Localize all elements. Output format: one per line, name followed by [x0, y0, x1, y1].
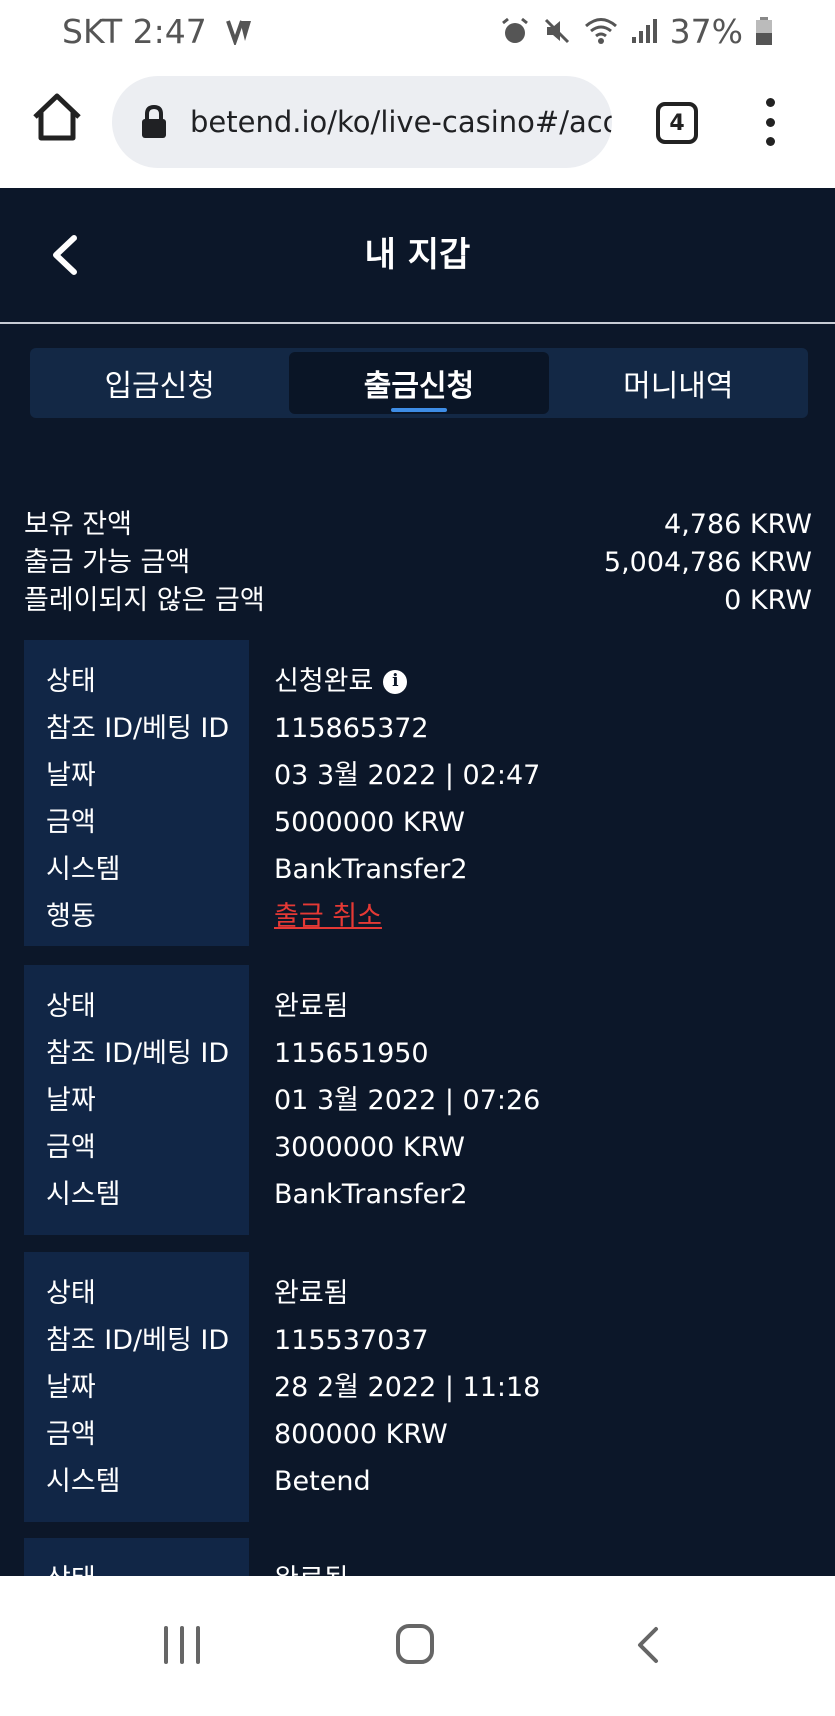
info-icon[interactable]: i — [383, 669, 408, 694]
mute-icon — [542, 16, 572, 46]
battery-icon — [755, 16, 773, 46]
more-menu-icon[interactable] — [760, 98, 780, 146]
withdrawal-record: 상태 완료됨 참조 ID/베팅 ID 115651950 날짜 01 3월 2022 … — [24, 965, 812, 1235]
record-row: 금액 800000 KRW — [46, 1419, 448, 1450]
record-row: 행동 출금 취소 — [24, 893, 812, 940]
home-nav-icon[interactable] — [396, 1624, 434, 1664]
record-row: 참조 ID/베팅 ID 115865372 — [46, 713, 429, 744]
withdrawal-record: 상태 완료됨 참조 ID/베팅 ID 115537037 날짜 28 2월 2022 … — [24, 1252, 812, 1522]
status-bar: SKT 2:47 37% — [0, 0, 835, 62]
record-row: 날짜 01 3월 2022 | 07:26 — [46, 1085, 541, 1116]
record-row: 날짜 03 3월 2022 | 02:47 — [46, 760, 541, 791]
carrier-time: SKT 2:47 — [62, 11, 207, 51]
withdrawal-record: 상태 신청완료 i 참조 ID/베팅 ID 115865372 날짜 03 3월 202… — [24, 640, 812, 946]
record-row: 금액 3000000 KRW — [46, 1132, 465, 1163]
tab-withdrawal[interactable]: 출금신청 — [289, 352, 549, 414]
summary-row: 보유 잔액 4,786 KRW — [24, 509, 812, 540]
record-row: 상태완료됨 — [24, 1556, 812, 1576]
record-row: 시스템 Betend — [46, 1466, 371, 1497]
wallet-tabs: 입금신청 출금신청 머니내역 — [30, 348, 808, 418]
tab-deposit[interactable]: 입금신청 — [30, 348, 289, 418]
record-row: 참조 ID/베팅 ID 115651950 — [46, 1038, 429, 1069]
lock-icon — [140, 104, 168, 140]
withdrawal-record: 상태완료됨 — [24, 1538, 812, 1576]
record-row: 상태 신청완료 i — [24, 658, 812, 705]
vpn-icon — [225, 17, 253, 45]
record-row: 날짜 28 2월 2022 | 11:18 — [46, 1372, 541, 1403]
summary-row: 플레이되지 않은 금액 0 KRW — [24, 585, 812, 616]
url-bar[interactable]: betend.io/ko/live-casino#/acco — [112, 76, 612, 168]
signal-icon — [630, 17, 658, 45]
wifi-icon — [584, 16, 618, 46]
tab-switcher-button[interactable]: 4 — [656, 102, 698, 144]
wallet-page: 내 지갑 입금신청 출금신청 머니내역 보유 잔액 4,786 KRW 출금 가능… — [0, 188, 835, 1576]
record-row: 시스템 BankTransfer2 — [46, 854, 468, 885]
tab-money-history[interactable]: 머니내역 — [549, 348, 808, 418]
record-row: 상태완료됨 — [46, 991, 349, 1022]
back-nav-icon[interactable] — [636, 1626, 660, 1664]
system-nav-bar — [0, 1576, 835, 1716]
record-row: 시스템 BankTransfer2 — [46, 1179, 468, 1210]
home-icon[interactable] — [30, 90, 84, 154]
battery-percent: 37% — [669, 11, 743, 51]
record-row: 참조 ID/베팅 ID 115537037 — [46, 1325, 429, 1356]
balance-summary: 보유 잔액 4,786 KRW 출금 가능 금액 5,004,786 KRW 플레이… — [24, 506, 812, 620]
recent-apps-icon[interactable] — [164, 1626, 200, 1664]
alarm-icon — [500, 16, 530, 46]
record-row: 상태완료됨 — [46, 1278, 349, 1309]
url-text: betend.io/ko/live-casino#/acco — [190, 105, 612, 139]
record-row: 금액 5000000 KRW — [46, 807, 465, 838]
page-title: 내 지갑 — [364, 235, 471, 275]
browser-toolbar: betend.io/ko/live-casino#/acco 4 — [0, 62, 835, 188]
page-header: 내 지갑 — [0, 188, 835, 324]
summary-row: 출금 가능 금액 5,004,786 KRW — [24, 547, 812, 578]
active-tab-indicator — [390, 408, 447, 412]
cancel-withdrawal-link[interactable]: 출금 취소 — [274, 893, 382, 940]
